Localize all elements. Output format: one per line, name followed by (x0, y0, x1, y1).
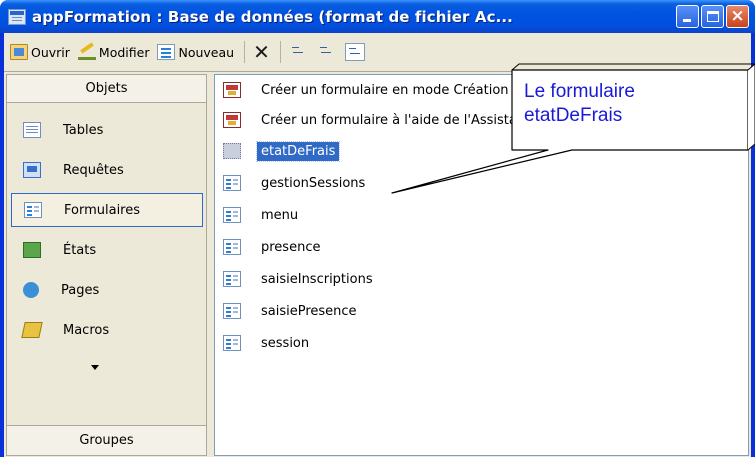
database-panel: Objets Tables Requêtes Formulaires États (4, 71, 751, 457)
callout-line-1: Le formulaire (524, 81, 635, 102)
form-icon (223, 335, 241, 351)
create-form-icon (223, 82, 241, 98)
forms-list: Créer un formulaire en mode Création Cré… (214, 74, 749, 456)
window-controls: × (676, 5, 749, 28)
form-icon (24, 202, 42, 218)
list-item[interactable]: Créer un formulaire en mode Création (223, 77, 509, 103)
list-item-label: gestionSessions (261, 175, 366, 191)
objects-item-label: Macros (63, 322, 110, 338)
page-icon (23, 282, 39, 298)
list-item[interactable]: Créer un formulaire à l'aide de l'Assist… (223, 107, 530, 133)
list-item-label: saisiePresence (261, 303, 357, 319)
list-item-label: Créer un formulaire à l'aide de l'Assist… (261, 112, 531, 128)
report-icon (23, 242, 41, 258)
new-icon (157, 44, 176, 60)
list-item-label: saisieInscriptions (261, 271, 373, 287)
list-item-label: Créer un formulaire en mode Création (261, 82, 509, 98)
objects-header[interactable]: Objets (7, 75, 206, 103)
more-objects-arrow-icon[interactable] (91, 365, 99, 370)
close-button[interactable]: × (726, 5, 749, 28)
objects-item-label: Pages (61, 282, 100, 298)
toolbar: Ouvrir Modifier Nouveau ✕ (4, 33, 751, 71)
toolbar-separator (244, 41, 246, 63)
macro-icon (21, 322, 43, 338)
form-icon (223, 239, 241, 255)
minimize-icon (683, 19, 691, 22)
list-item-label: presence (261, 239, 321, 255)
objects-item-pages[interactable]: Pages (11, 273, 203, 307)
large-icons-view-icon[interactable] (289, 43, 309, 61)
close-icon: × (730, 6, 745, 26)
objects-item-label: Tables (63, 122, 104, 138)
list-item-selected[interactable]: etatDeFrais (223, 138, 341, 164)
list-item[interactable]: menu (223, 202, 298, 228)
new-label: Nouveau (178, 44, 235, 60)
list-view-icon[interactable] (344, 43, 365, 61)
list-item-label: menu (261, 207, 299, 223)
objects-item-label: Formulaires (64, 202, 141, 218)
groups-header[interactable]: Groupes (7, 425, 206, 455)
maximize-button[interactable] (701, 5, 724, 28)
list-item-label: etatDeFrais (255, 140, 341, 162)
objects-item-tables[interactable]: Tables (11, 113, 203, 147)
objects-item-label: États (63, 242, 97, 258)
list-item[interactable]: session (223, 330, 309, 356)
open-icon (10, 44, 28, 60)
list-item[interactable]: saisiePresence (223, 298, 357, 324)
objects-item-forms[interactable]: Formulaires (11, 193, 203, 227)
objects-item-queries[interactable]: Requêtes (11, 153, 203, 187)
form-icon (223, 207, 241, 223)
app-window: appFormation : Base de données (format d… (0, 0, 755, 457)
form-icon (223, 175, 241, 191)
small-icons-view-icon[interactable] (317, 43, 337, 61)
delete-icon[interactable]: ✕ (253, 42, 270, 62)
toolbar-separator (279, 41, 281, 63)
form-icon (223, 143, 241, 159)
modify-button[interactable]: Modifier (77, 44, 150, 60)
new-button[interactable]: Nouveau (157, 44, 234, 60)
list-item[interactable]: presence (223, 234, 320, 260)
minimize-button[interactable] (676, 5, 699, 28)
callout-text: Le formulaire etatDeFrais (524, 80, 744, 128)
form-icon (223, 271, 241, 287)
objects-item-reports[interactable]: États (11, 233, 203, 267)
title-bar[interactable]: appFormation : Base de données (format d… (0, 0, 755, 33)
list-item[interactable]: saisieInscriptions (223, 266, 373, 292)
create-form-wizard-icon (223, 112, 241, 128)
modify-label: Modifier (98, 44, 150, 60)
table-icon (23, 122, 41, 138)
list-item-label: session (261, 335, 310, 351)
form-icon (223, 303, 241, 319)
objects-bar: Objets Tables Requêtes Formulaires États (6, 74, 207, 456)
objects-item-macros[interactable]: Macros (11, 313, 203, 347)
objects-item-label: Requêtes (63, 162, 124, 178)
query-icon (23, 162, 41, 178)
maximize-icon (707, 11, 719, 22)
open-label: Ouvrir (31, 44, 70, 60)
list-item[interactable]: gestionSessions (223, 170, 365, 196)
open-button[interactable]: Ouvrir (10, 44, 70, 60)
callout-line-2: etatDeFrais (524, 105, 623, 126)
window-title: appFormation : Base de données (format d… (32, 7, 513, 26)
database-icon (8, 8, 26, 25)
modify-icon (77, 44, 96, 60)
